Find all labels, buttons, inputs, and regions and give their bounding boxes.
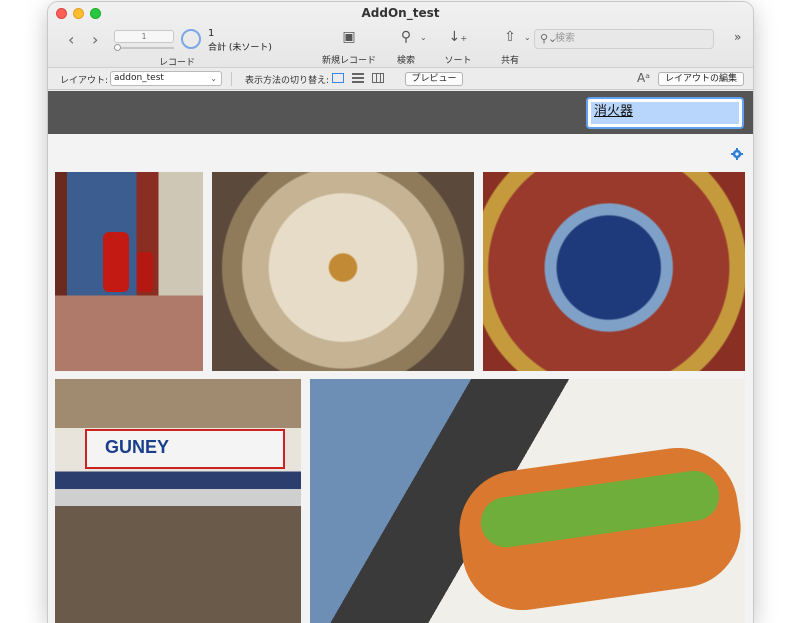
share-button[interactable]: ⇧ ⌄ 共有 xyxy=(490,29,531,66)
found-count: 1 xyxy=(208,28,215,39)
edit-layout-button[interactable]: レイアウトの編集 xyxy=(658,72,744,86)
header-band: 消火器 xyxy=(48,91,753,134)
layout-select-value: addon_test xyxy=(114,73,164,83)
record-slider-thumb[interactable] xyxy=(114,44,121,51)
new-record-label: 新規レコード xyxy=(321,56,376,66)
photo-guney-shop-storefront[interactable]: GUNEY xyxy=(55,379,301,623)
photo-ornate-ceiling-medallion[interactable] xyxy=(483,172,745,371)
photo-ornate-dome-ceiling[interactable] xyxy=(212,172,474,371)
window-title: AddOn_test xyxy=(361,6,440,20)
find-label: 検索 xyxy=(396,56,415,66)
previous-record-icon[interactable]: ‹ xyxy=(68,30,74,49)
tag-text-value[interactable]: 消火器 xyxy=(591,102,739,124)
fire-extinguisher-shape xyxy=(103,232,129,292)
font-size-icon[interactable]: Aᵃ xyxy=(637,71,650,85)
record-number-field[interactable]: 1 xyxy=(114,30,174,43)
form-view-icon[interactable] xyxy=(332,73,344,83)
gear-icon[interactable] xyxy=(731,148,743,160)
chevron-down-icon[interactable]: ⌄ xyxy=(524,33,531,42)
plus-icon: ▣ xyxy=(342,29,356,45)
fire-extinguisher-shape xyxy=(137,252,153,292)
title-bar: AddOn_test ‹ › 1 レコード 1 合計 (未ソート) ▣ 新規レコ… xyxy=(48,2,753,68)
chevron-down-icon: ⌄ xyxy=(210,74,217,83)
record-slider-track[interactable] xyxy=(114,47,174,49)
table-view-icon[interactable] xyxy=(372,73,384,83)
share-label: 共有 xyxy=(500,56,519,66)
photo-tiled-room-fire-extinguisher[interactable] xyxy=(55,172,203,371)
list-view-icon[interactable] xyxy=(352,73,364,83)
layout-content: 消火器 GUNEY xyxy=(48,91,753,623)
search-input[interactable]: ⚲⌄ 検索 xyxy=(534,29,714,49)
toolbar-divider xyxy=(231,72,232,86)
found-count-sort-status: 合計 (未ソート) xyxy=(208,43,272,53)
new-record-button[interactable]: ▣ 新規レコード xyxy=(318,29,380,66)
found-set-pie-icon[interactable] xyxy=(181,29,201,49)
find-button[interactable]: ⚲ ⌄ 検索 xyxy=(386,29,427,66)
app-window: AddOn_test ‹ › 1 レコード 1 合計 (未ソート) ▣ 新規レコ… xyxy=(48,2,753,623)
sort-icon: ↓₊ xyxy=(448,29,468,45)
search-icon: ⚲⌄ xyxy=(540,32,558,45)
preview-button[interactable]: プレビュー xyxy=(405,72,463,86)
sort-button[interactable]: ↓₊ ソート xyxy=(438,29,478,66)
tag-text-field[interactable]: 消火器 xyxy=(586,97,744,129)
search-placeholder: 検索 xyxy=(555,33,575,44)
chevron-down-icon[interactable]: ⌄ xyxy=(420,33,427,42)
sort-label: ソート xyxy=(444,56,472,66)
next-record-icon[interactable]: › xyxy=(92,30,98,49)
photo-fish-sandwich[interactable] xyxy=(310,379,745,623)
layout-bar: レイアウト: addon_test ⌄ 表示方法の切り替え: プレビュー Aᵃ … xyxy=(48,68,753,90)
records-label: レコード xyxy=(159,58,196,68)
shop-sign-text: GUNEY xyxy=(105,437,170,457)
layout-select[interactable]: addon_test ⌄ xyxy=(110,71,222,86)
layout-label: レイアウト: xyxy=(60,76,109,86)
toolbar-overflow-icon[interactable]: » xyxy=(734,30,741,44)
view-switch-label: 表示方法の切り替え: xyxy=(245,76,330,86)
